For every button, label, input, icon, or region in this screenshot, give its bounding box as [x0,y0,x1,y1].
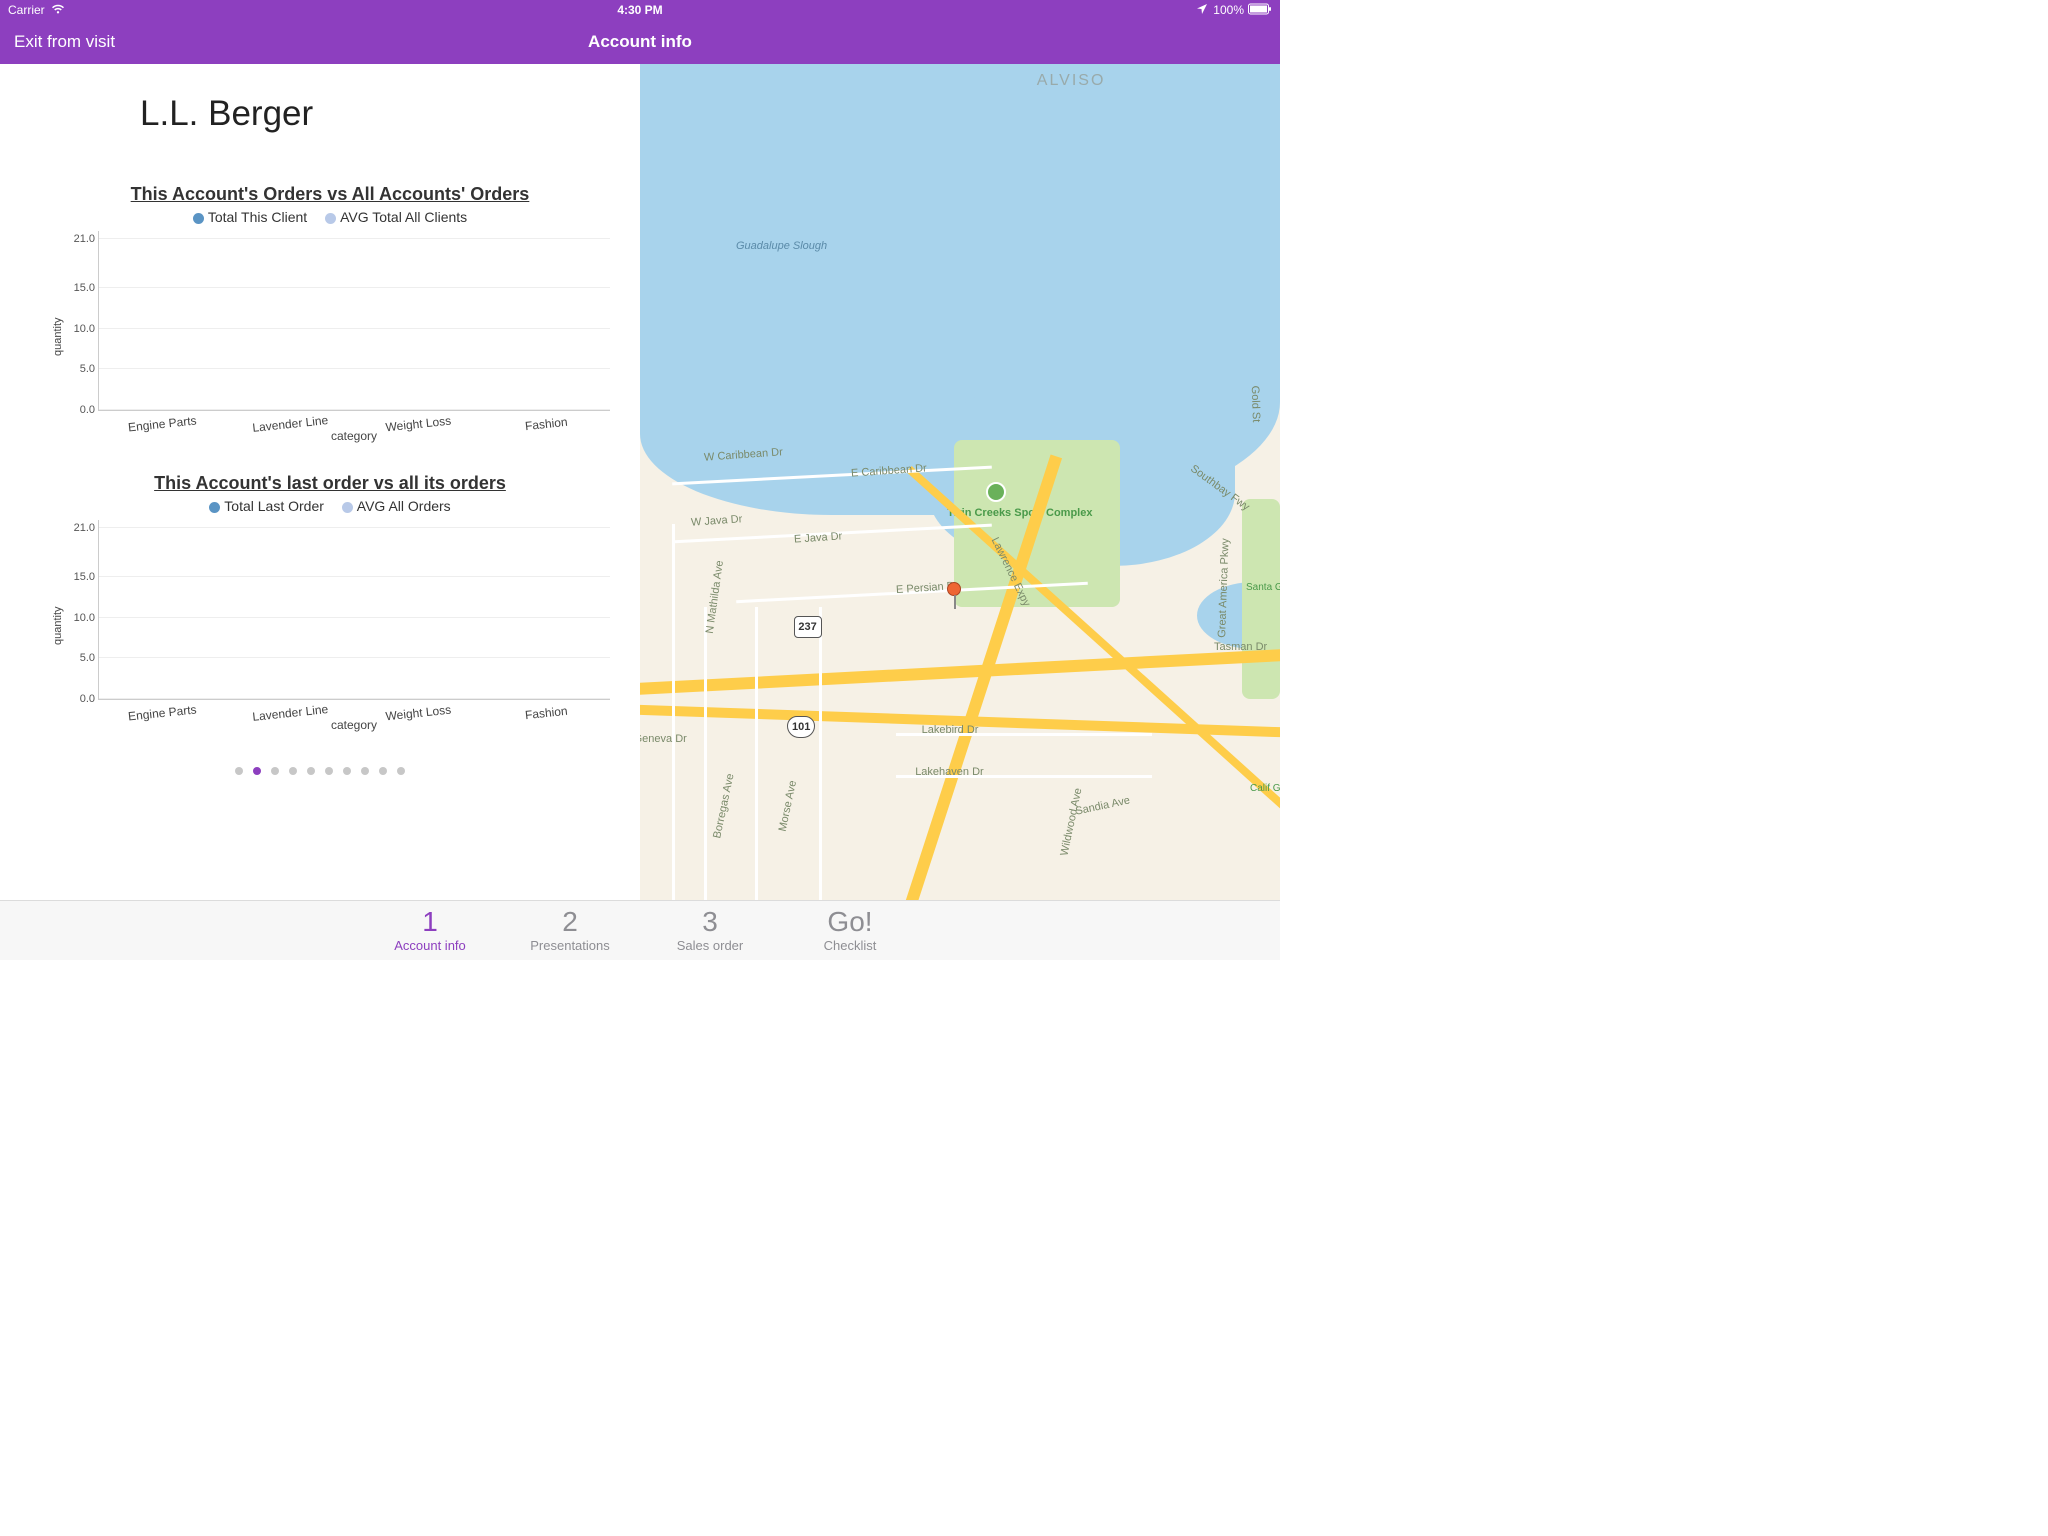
clock: 4:30 PM [617,3,662,17]
water-label: Guadalupe Slough [736,240,827,252]
legend-dot-2 [325,213,336,224]
y-tick: 10.0 [65,323,95,335]
page-title: Account info [588,32,692,52]
tab-sales-order[interactable]: 3Sales order [640,908,780,953]
y-tick: 5.0 [65,652,95,664]
battery-percent: 100% [1213,3,1244,17]
chart-title: This Account's last order vs all its ord… [50,473,610,494]
chart-orders-vs-all: This Account's Orders vs All Accounts' O… [50,184,610,443]
exit-visit-button[interactable]: Exit from visit [14,32,115,52]
y-axis-label: quantity [50,520,66,732]
y-tick: 15.0 [65,282,95,294]
route-shield-101: 101 [787,716,815,738]
battery-icon [1248,3,1272,18]
nav-bar: Exit from visit Account info [0,20,1280,64]
chart-legend: Total This Client AVG Total All Clients [50,209,610,225]
map-pane[interactable]: Twin Creeks Sport Complex ALVISO Guadalu… [640,64,1280,900]
status-bar: Carrier 4:30 PM 100% [0,0,1280,20]
y-tick: 15.0 [65,571,95,583]
route-shield-237: 237 [794,616,822,638]
y-tick: 10.0 [65,612,95,624]
location-icon [1195,3,1209,18]
y-tick: 5.0 [65,363,95,375]
page-dot[interactable] [343,767,351,775]
wifi-icon [51,3,65,18]
tab-account-info[interactable]: 1Account info [360,908,500,953]
account-name: L.L. Berger [140,94,640,134]
y-tick: 0.0 [65,404,95,416]
y-axis-label: quantity [50,231,66,443]
page-dot[interactable] [289,767,297,775]
tab-bar: 1Account info2Presentations3Sales orderG… [0,900,1280,960]
page-dot[interactable] [235,767,243,775]
map[interactable]: Twin Creeks Sport Complex ALVISO Guadalu… [640,64,1280,900]
legend-dot-2 [342,502,353,513]
tree-icon [986,482,1006,502]
page-dot[interactable] [271,767,279,775]
y-tick: 21.0 [65,522,95,534]
legend-dot-1 [209,502,220,513]
city-label: ALVISO [1037,72,1106,90]
page-dot[interactable] [307,767,315,775]
page-dot[interactable] [325,767,333,775]
page-dot[interactable] [361,767,369,775]
chart-last-vs-all-orders: This Account's last order vs all its ord… [50,473,610,732]
page-dot[interactable] [397,767,405,775]
charts-pane[interactable]: L.L. Berger This Account's Orders vs All… [0,64,640,900]
tab-checklist[interactable]: Go!Checklist [780,908,920,953]
legend-dot-1 [193,213,204,224]
carrier-label: Carrier [8,3,45,17]
page-indicator[interactable] [0,762,640,780]
tab-presentations[interactable]: 2Presentations [500,908,640,953]
y-tick: 21.0 [65,233,95,245]
chart-title: This Account's Orders vs All Accounts' O… [50,184,610,205]
y-tick: 0.0 [65,693,95,705]
page-dot[interactable] [379,767,387,775]
chart-legend: Total Last Order AVG All Orders [50,498,610,514]
page-dot[interactable] [253,767,261,775]
